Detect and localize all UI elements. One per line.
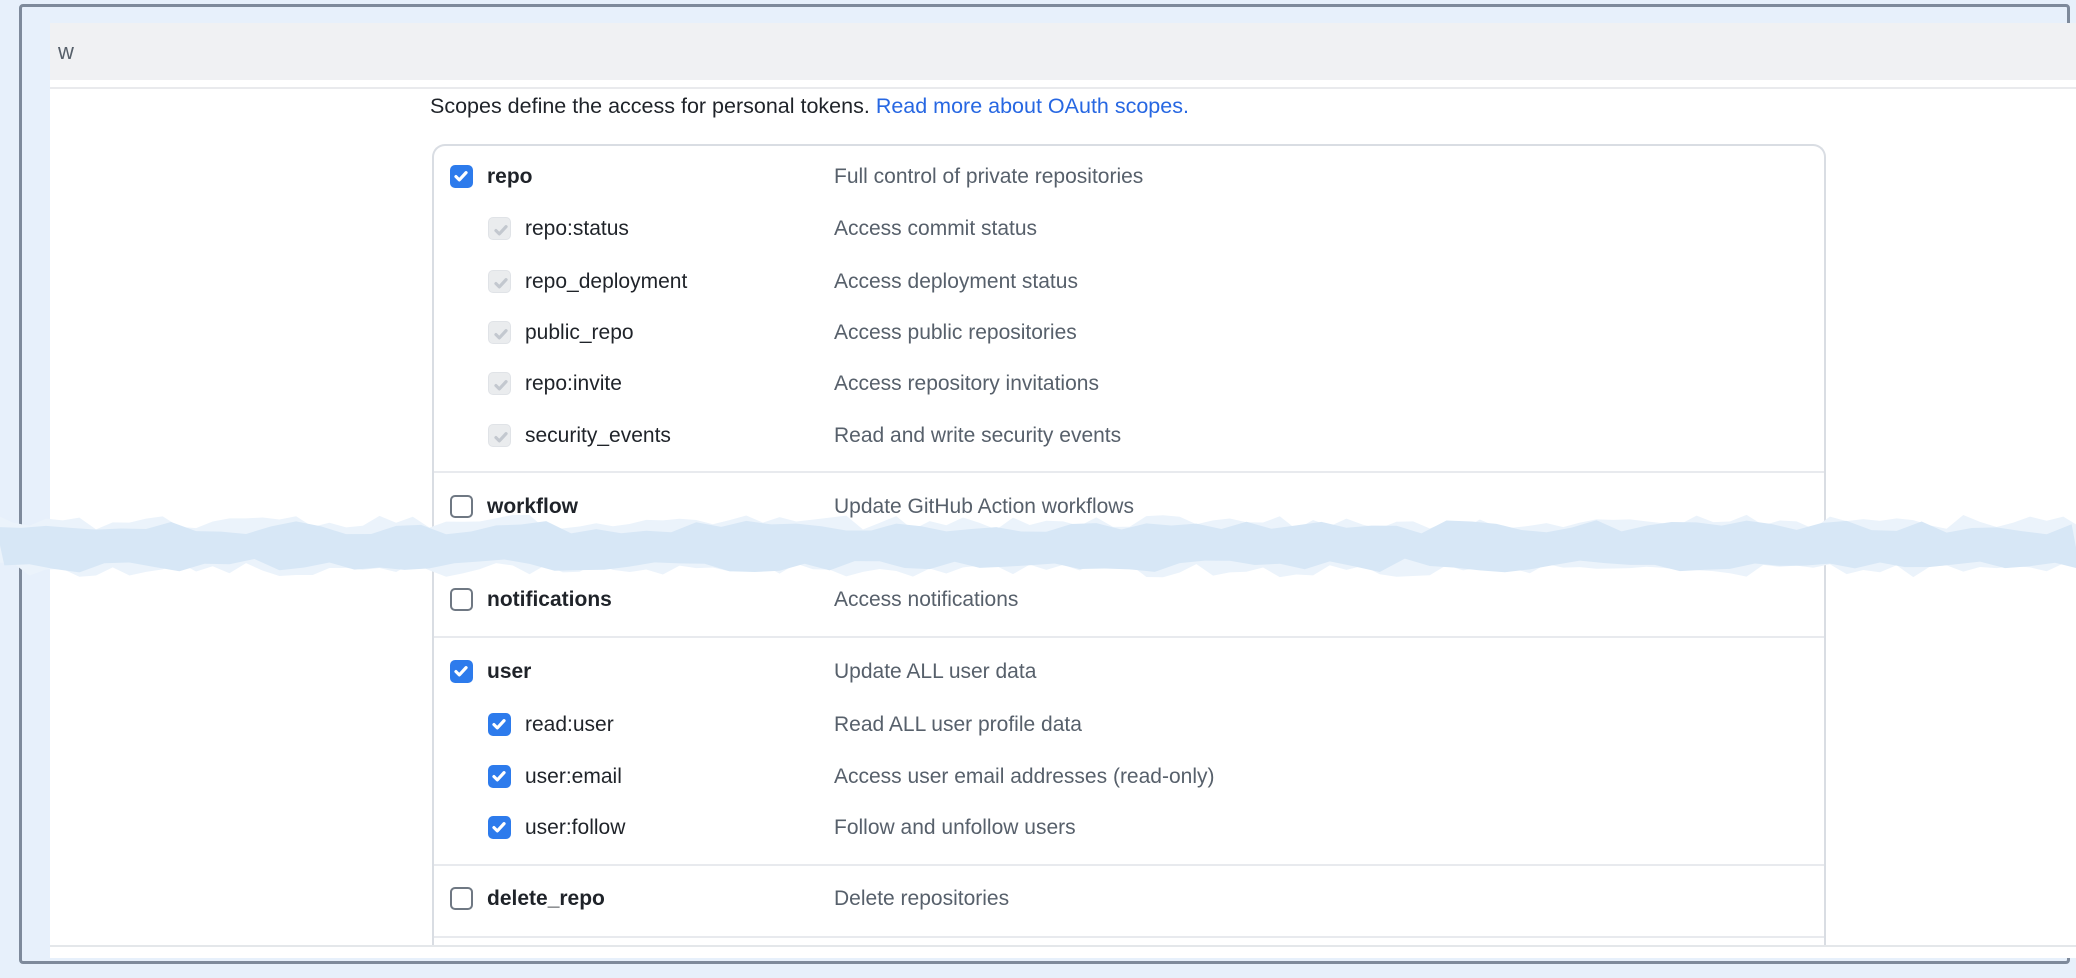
scope-row-user-follow: user:follow Follow and unfollow users bbox=[434, 813, 1824, 843]
scope-checkbox-user-follow[interactable] bbox=[488, 816, 511, 839]
scope-description: Update ALL user data bbox=[834, 657, 1036, 687]
scope-checkbox-repo-deployment bbox=[488, 270, 511, 293]
scope-row-public-repo: public_repo Access public repositories bbox=[434, 318, 1824, 348]
scope-description: Access notifications bbox=[834, 585, 1018, 615]
scope-row-repo-status: repo:status Access commit status bbox=[434, 214, 1824, 244]
scope-description: Follow and unfollow users bbox=[834, 813, 1076, 843]
scope-checkbox-security-events bbox=[488, 424, 511, 447]
scope-row-repo-deployment: repo_deployment Access deployment status bbox=[434, 267, 1824, 297]
scope-checkbox-user-email[interactable] bbox=[488, 765, 511, 788]
scope-checkbox-repo[interactable] bbox=[450, 165, 473, 188]
scope-checkbox-user[interactable] bbox=[450, 660, 473, 683]
group-divider bbox=[434, 936, 1824, 938]
scope-checkbox-public-repo bbox=[488, 321, 511, 344]
scope-checkbox-read-user[interactable] bbox=[488, 713, 511, 736]
scope-description: Delete repositories bbox=[834, 884, 1009, 914]
scope-name[interactable]: user:follow bbox=[525, 813, 625, 843]
scope-name: public_repo bbox=[525, 318, 634, 348]
scope-checkbox-workflow[interactable] bbox=[450, 495, 473, 518]
scope-description: Full control of private repositories bbox=[834, 162, 1143, 192]
scope-name[interactable]: notifications bbox=[487, 585, 612, 615]
outer-frame: w Scopes define the access for personal … bbox=[19, 4, 2070, 964]
scope-checkbox-delete-repo[interactable] bbox=[450, 887, 473, 910]
header-text: w bbox=[58, 23, 74, 80]
scopes-note-text: Scopes define the access for personal to… bbox=[430, 94, 870, 118]
scope-description: Read ALL user profile data bbox=[834, 710, 1082, 740]
scope-checkbox-notifications[interactable] bbox=[450, 588, 473, 611]
scope-row-user-email: user:email Access user email addresses (r… bbox=[434, 762, 1824, 792]
scope-checkbox-repo-invite bbox=[488, 372, 511, 395]
scope-row-workflow: workflowUpdate GitHub Action workflows bbox=[434, 492, 1824, 522]
header-divider bbox=[50, 87, 2076, 89]
oauth-scopes-link[interactable]: Read more about OAuth scopes. bbox=[876, 94, 1189, 118]
group-divider bbox=[434, 471, 1824, 473]
scope-name: repo:status bbox=[525, 214, 629, 244]
panel-footer-divider bbox=[50, 945, 2076, 947]
scope-description: Read and write security events bbox=[834, 421, 1121, 451]
scope-checkbox-repo-status bbox=[488, 217, 511, 240]
scopes-note: Scopes define the access for personal to… bbox=[430, 91, 1189, 121]
scope-row-repo: repo Full control of private repositories bbox=[434, 162, 1824, 192]
scope-row-user: user Update ALL user data bbox=[434, 657, 1824, 687]
scope-row-repo-invite: repo:invite Access repository invitations bbox=[434, 369, 1824, 399]
scope-name[interactable]: read:user bbox=[525, 710, 614, 740]
scope-row-notifications: notifications Access notifications bbox=[434, 585, 1824, 615]
content-panel: w Scopes define the access for personal … bbox=[50, 23, 2076, 958]
scope-description: Access deployment status bbox=[834, 267, 1078, 297]
scope-row-read-user: read:user Read ALL user profile data bbox=[434, 710, 1824, 740]
window-header: w bbox=[50, 23, 2076, 80]
group-divider bbox=[434, 636, 1824, 638]
screenshot-root: w Scopes define the access for personal … bbox=[0, 0, 2076, 978]
scope-description: Update GitHub Action workflows bbox=[834, 492, 1134, 522]
scope-row-delete-repo: delete_repo Delete repositories bbox=[434, 884, 1824, 914]
scope-description: Access public repositories bbox=[834, 318, 1077, 348]
scope-description: Access user email addresses (read-only) bbox=[834, 762, 1214, 792]
scope-description: Access commit status bbox=[834, 214, 1037, 244]
group-divider bbox=[434, 864, 1824, 866]
scope-name[interactable]: repo bbox=[487, 162, 533, 192]
scope-row-security-events: security_events Read and write security e… bbox=[434, 421, 1824, 451]
scope-name: repo_deployment bbox=[525, 267, 687, 297]
scope-name[interactable]: user:email bbox=[525, 762, 622, 792]
scope-name: repo:invite bbox=[525, 369, 622, 399]
scope-description: Access repository invitations bbox=[834, 369, 1099, 399]
scope-name[interactable]: user bbox=[487, 657, 531, 687]
scope-name: security_events bbox=[525, 421, 671, 451]
scope-name[interactable]: delete_repo bbox=[487, 884, 605, 914]
